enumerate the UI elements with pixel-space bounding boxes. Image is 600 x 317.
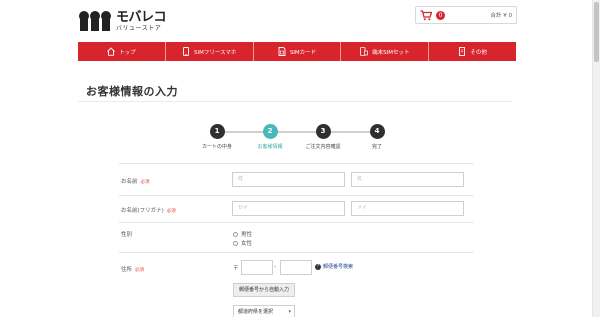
- first-name-input[interactable]: 名: [351, 172, 464, 187]
- prefecture-select[interactable]: 都道府県を選択 ▾: [233, 305, 295, 317]
- step-customer-info: 2 お客様情報: [240, 124, 300, 150]
- zip-search-label: 郵便番号検索: [323, 264, 354, 270]
- zip-autofill-button[interactable]: 郵便番号から自動入力: [233, 283, 295, 297]
- document-icon: [459, 47, 466, 56]
- radio-label: 女性: [241, 241, 253, 247]
- step-label: 完了: [371, 144, 382, 150]
- step-label: お客様情報: [257, 144, 283, 150]
- zip-search-link[interactable]: ? 郵便番号検索: [315, 263, 353, 270]
- required-badge: 必須: [140, 180, 150, 185]
- step-number: 4: [369, 124, 385, 139]
- nav-item-other[interactable]: その他: [429, 42, 516, 61]
- step-label: カートの中身: [201, 144, 232, 150]
- kana-field-label: お名前(フリガナ) 必須: [121, 206, 176, 214]
- phone-sim-set-icon: [360, 47, 368, 56]
- field-label-text: お名前: [121, 179, 138, 185]
- nav-item-label: SIMフリースマホ: [193, 49, 237, 56]
- nav-item-sim-card[interactable]: SIMカード: [254, 42, 342, 61]
- gender-radio-female[interactable]: 女性: [233, 239, 252, 247]
- step-number: 1: [209, 124, 225, 139]
- nav-item-top[interactable]: トップ: [78, 42, 166, 61]
- address-field-label: 住所 必須: [121, 265, 144, 273]
- step-complete: 4 完了: [347, 124, 407, 150]
- form-divider: [119, 163, 474, 164]
- nav-item-label: SIMカード: [289, 49, 317, 56]
- nav-item-device-sim-set[interactable]: 端末SIMセット: [341, 42, 430, 61]
- logo-mark-icon: [79, 11, 111, 31]
- form-divider: [119, 252, 474, 253]
- cart-summary-button[interactable]: 0 合計 ¥ 0: [415, 6, 517, 24]
- step-order-confirm: 3 ご注文内容確認: [293, 124, 353, 150]
- chevron-down-icon: ▾: [288, 309, 291, 315]
- logo-sub-text: バリューストア: [116, 24, 162, 32]
- prefecture-select-value: 都道府県を選択: [238, 309, 274, 315]
- step-cart: 1 カートの中身: [187, 124, 247, 150]
- form-divider: [119, 222, 474, 223]
- required-badge: 必須: [135, 268, 145, 273]
- nav-item-label: トップ: [119, 49, 136, 56]
- required-badge: 必須: [166, 209, 176, 214]
- name-field-label: お名前 必須: [121, 177, 150, 185]
- field-label-text: 住所: [121, 267, 133, 273]
- radio-button[interactable]: [233, 231, 238, 237]
- step-number: 2: [262, 124, 278, 139]
- first-name-kana-input[interactable]: メイ: [351, 201, 464, 216]
- step-number: 3: [315, 124, 331, 139]
- field-label-text: お名前(フリガナ): [121, 208, 164, 214]
- home-icon: [107, 47, 115, 56]
- site-logo[interactable]: モバレコ バリューストア: [78, 9, 167, 33]
- last-name-input[interactable]: 姓: [232, 172, 345, 187]
- nav-item-sim-free-smartphone[interactable]: SIMフリースマホ: [166, 42, 254, 61]
- smartphone-icon: [183, 47, 189, 56]
- form-divider: [119, 195, 474, 196]
- cart-total-text: 合計 ¥ 0: [490, 13, 513, 19]
- scrollbar-thumb[interactable]: [594, 2, 599, 62]
- zip-code-second-input[interactable]: [280, 260, 312, 275]
- last-name-kana-input[interactable]: セイ: [232, 201, 345, 216]
- nav-item-label: その他: [470, 49, 487, 56]
- zip-code-first-input[interactable]: [241, 260, 273, 275]
- sim-card-icon: [278, 47, 286, 56]
- cart-icon: [420, 9, 432, 20]
- page-title: お客様情報の入力: [86, 85, 178, 98]
- cart-count-badge: 0: [436, 10, 445, 20]
- gender-field-label: 性別: [121, 232, 133, 238]
- step-label: ご注文内容確認: [305, 144, 341, 150]
- title-divider: [78, 101, 512, 102]
- help-icon: ?: [315, 263, 321, 270]
- logo-main-text: モバレコ: [116, 9, 167, 25]
- site-header: モバレコ バリューストア 0 合計 ¥ 0: [0, 0, 592, 42]
- radio-label: 男性: [241, 232, 253, 238]
- nav-item-label: 端末SIMセット: [372, 49, 410, 56]
- main-nav: トップ SIMフリースマホ SIMカード 端末SIMセット その他: [78, 42, 516, 61]
- radio-button[interactable]: [233, 240, 238, 246]
- page-scrollbar[interactable]: [592, 0, 600, 317]
- gender-radio-male[interactable]: 男性: [233, 230, 252, 238]
- zip-separator: -: [274, 264, 276, 270]
- postal-mark: 〒: [233, 266, 239, 272]
